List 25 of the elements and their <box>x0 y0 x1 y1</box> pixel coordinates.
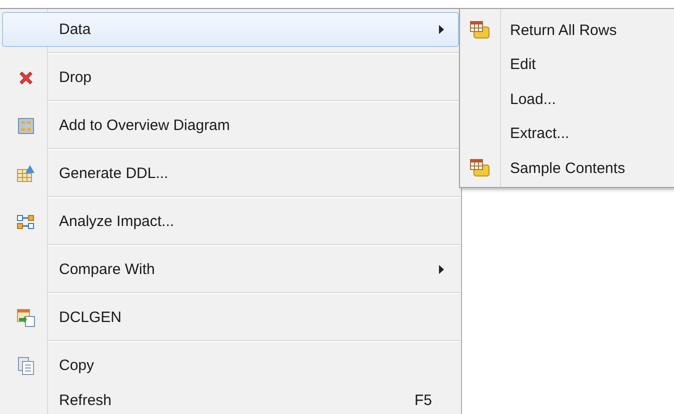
table-icon <box>470 21 490 40</box>
delete-icon <box>18 70 34 86</box>
menu-item[interactable]: Load... <box>460 82 674 116</box>
menu-item[interactable]: Sample Contents <box>460 151 674 186</box>
menu-item[interactable]: Copy <box>2 348 459 383</box>
menu-item[interactable]: Drop <box>2 60 459 95</box>
shortcut-label: F5 <box>414 392 432 409</box>
menu-item[interactable]: Refresh F5 <box>2 383 459 414</box>
menu-item[interactable]: DCLGEN <box>2 300 459 335</box>
flow-icon <box>17 214 35 230</box>
submenu-arrow-icon <box>439 265 444 274</box>
menu-item[interactable]: Return All Rows <box>460 13 674 48</box>
menu-item[interactable]: Analyze Impact... <box>2 204 459 239</box>
table-icon <box>17 165 35 182</box>
menu-item[interactable]: Generate DDL... <box>2 156 459 191</box>
menu-item[interactable]: Data <box>2 12 459 47</box>
menu-item[interactable]: Edit <box>460 48 674 82</box>
table-icon <box>470 159 490 178</box>
submenu-arrow-icon <box>439 25 444 34</box>
menu-item[interactable]: Add to Overview Diagram <box>2 108 459 143</box>
table-export-icon <box>17 308 35 326</box>
menu-item[interactable]: Extract... <box>460 116 674 151</box>
copy-icon <box>18 356 34 374</box>
menu-item[interactable]: Compare With <box>2 252 459 287</box>
diagram-icon <box>18 118 34 134</box>
